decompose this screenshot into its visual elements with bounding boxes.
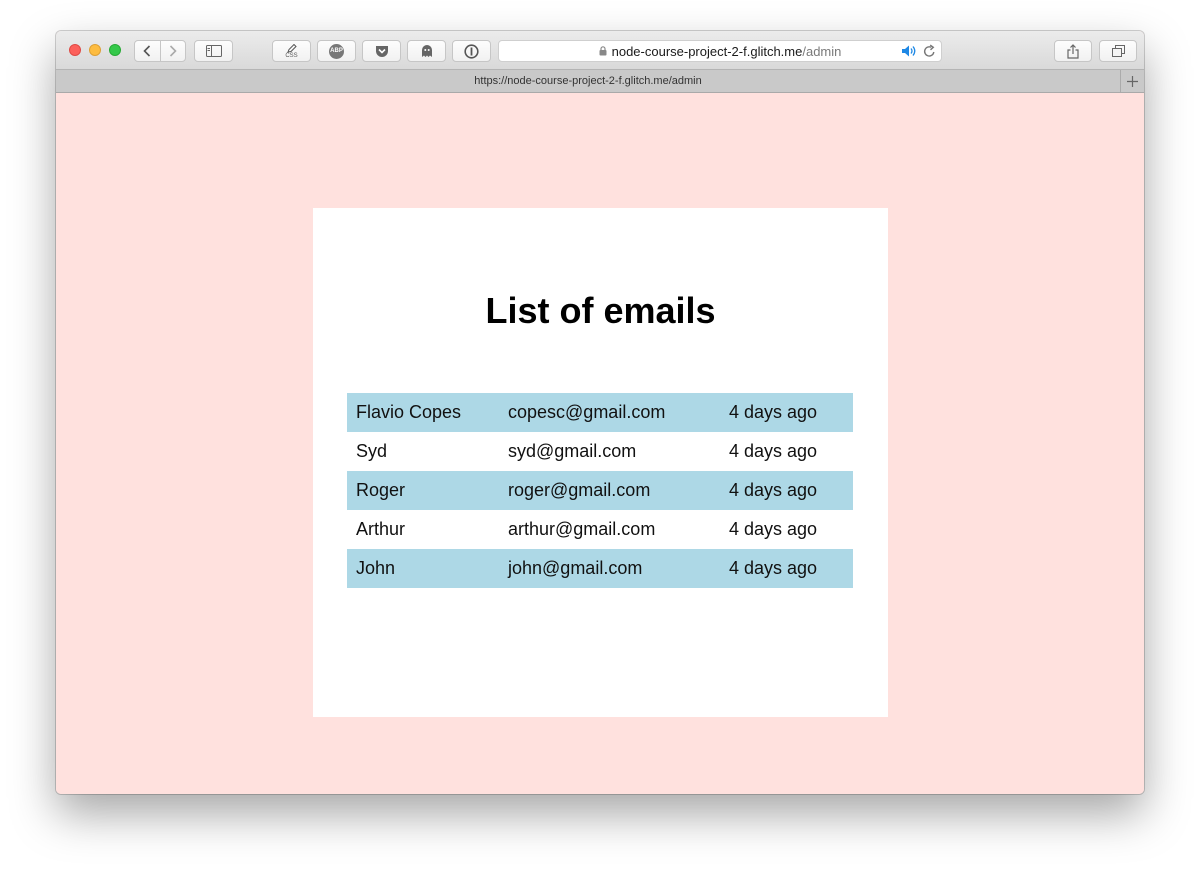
adblock-icon: ABP <box>329 43 344 59</box>
css-label: CSS <box>285 52 298 59</box>
email-list-table: Flavio Copes copesc@gmail.com 4 days ago Sy… <box>347 393 853 588</box>
page-viewport: List of emails Flavio Copes copesc@gmail.… <box>56 93 1144 794</box>
reload-icon[interactable] <box>923 44 936 58</box>
browser-toolbar: CSS ABP node-course-project-2-f.glitch.m… <box>56 31 1144 69</box>
ghostery-button[interactable] <box>407 40 446 62</box>
time-cell: 4 days ago <box>729 441 818 461</box>
time-cell: 4 days ago <box>720 549 853 588</box>
abp-label: ABP <box>330 48 343 54</box>
active-tab[interactable]: https://node-course-project-2-f.glitch.m… <box>56 70 1120 92</box>
forward-button[interactable] <box>159 41 186 61</box>
tab-bar: https://node-course-project-2-f.glitch.m… <box>56 69 1144 93</box>
email-cell: roger@gmail.com <box>499 471 720 510</box>
minimize-window-button[interactable] <box>89 44 101 56</box>
password-manager-button[interactable] <box>452 40 491 62</box>
table-row: Arthur arthur@gmail.com 4 days ago <box>347 510 853 549</box>
sidebar-icon <box>205 45 222 57</box>
onepassword-icon <box>464 43 479 59</box>
name-cell: John <box>347 549 499 588</box>
email-cell: arthur@gmail.com <box>508 519 656 539</box>
name-cell: Syd <box>356 441 388 461</box>
navigation-buttons <box>134 40 186 62</box>
table-row: Roger roger@gmail.com 4 days ago <box>347 471 853 510</box>
close-window-button[interactable] <box>69 44 81 56</box>
plus-icon <box>1127 75 1138 87</box>
chevron-left-icon <box>143 45 151 57</box>
address-bar[interactable]: node-course-project-2-f.glitch.me/admin <box>498 40 942 62</box>
time-cell: 4 days ago <box>720 471 853 510</box>
tabs-overview-button[interactable] <box>1099 40 1137 62</box>
table-row: Syd syd@gmail.com 4 days ago <box>347 432 853 471</box>
pocket-button[interactable] <box>362 40 401 62</box>
tabs-icon <box>1111 45 1125 57</box>
share-button[interactable] <box>1054 40 1092 62</box>
email-cell: john@gmail.com <box>499 549 720 588</box>
name-cell: Roger <box>347 471 499 510</box>
chevron-right-icon <box>169 45 177 57</box>
sidebar-toggle-button[interactable] <box>194 40 233 62</box>
ghost-icon <box>421 45 432 57</box>
pocket-icon <box>375 45 388 57</box>
new-tab-button[interactable] <box>1120 70 1144 92</box>
speaker-icon[interactable] <box>901 44 917 58</box>
share-icon <box>1067 43 1079 59</box>
back-button[interactable] <box>135 41 160 61</box>
adblock-button[interactable]: ABP <box>317 40 356 62</box>
time-cell: 4 days ago <box>720 393 853 432</box>
url-path: /admin <box>802 43 842 59</box>
name-cell: Arthur <box>356 519 406 539</box>
table-row: John john@gmail.com 4 days ago <box>347 549 853 588</box>
maximize-window-button[interactable] <box>109 44 121 56</box>
email-cell: copesc@gmail.com <box>499 393 720 432</box>
css-extension-button[interactable]: CSS <box>272 40 311 62</box>
time-cell: 4 days ago <box>729 519 818 539</box>
pen-icon <box>286 43 297 53</box>
name-cell: Flavio Copes <box>347 393 499 432</box>
browser-window: CSS ABP node-course-project-2-f.glitch.m… <box>56 31 1144 794</box>
page-title: List of emails <box>485 290 716 331</box>
lock-icon <box>599 46 607 56</box>
content-card: List of emails Flavio Copes copesc@gmail.… <box>313 208 888 717</box>
email-cell: syd@gmail.com <box>508 441 637 461</box>
table-row: Flavio Copes copesc@gmail.com 4 days ago <box>347 393 853 432</box>
url-domain: node-course-project-2-f.glitch.me <box>611 43 803 59</box>
